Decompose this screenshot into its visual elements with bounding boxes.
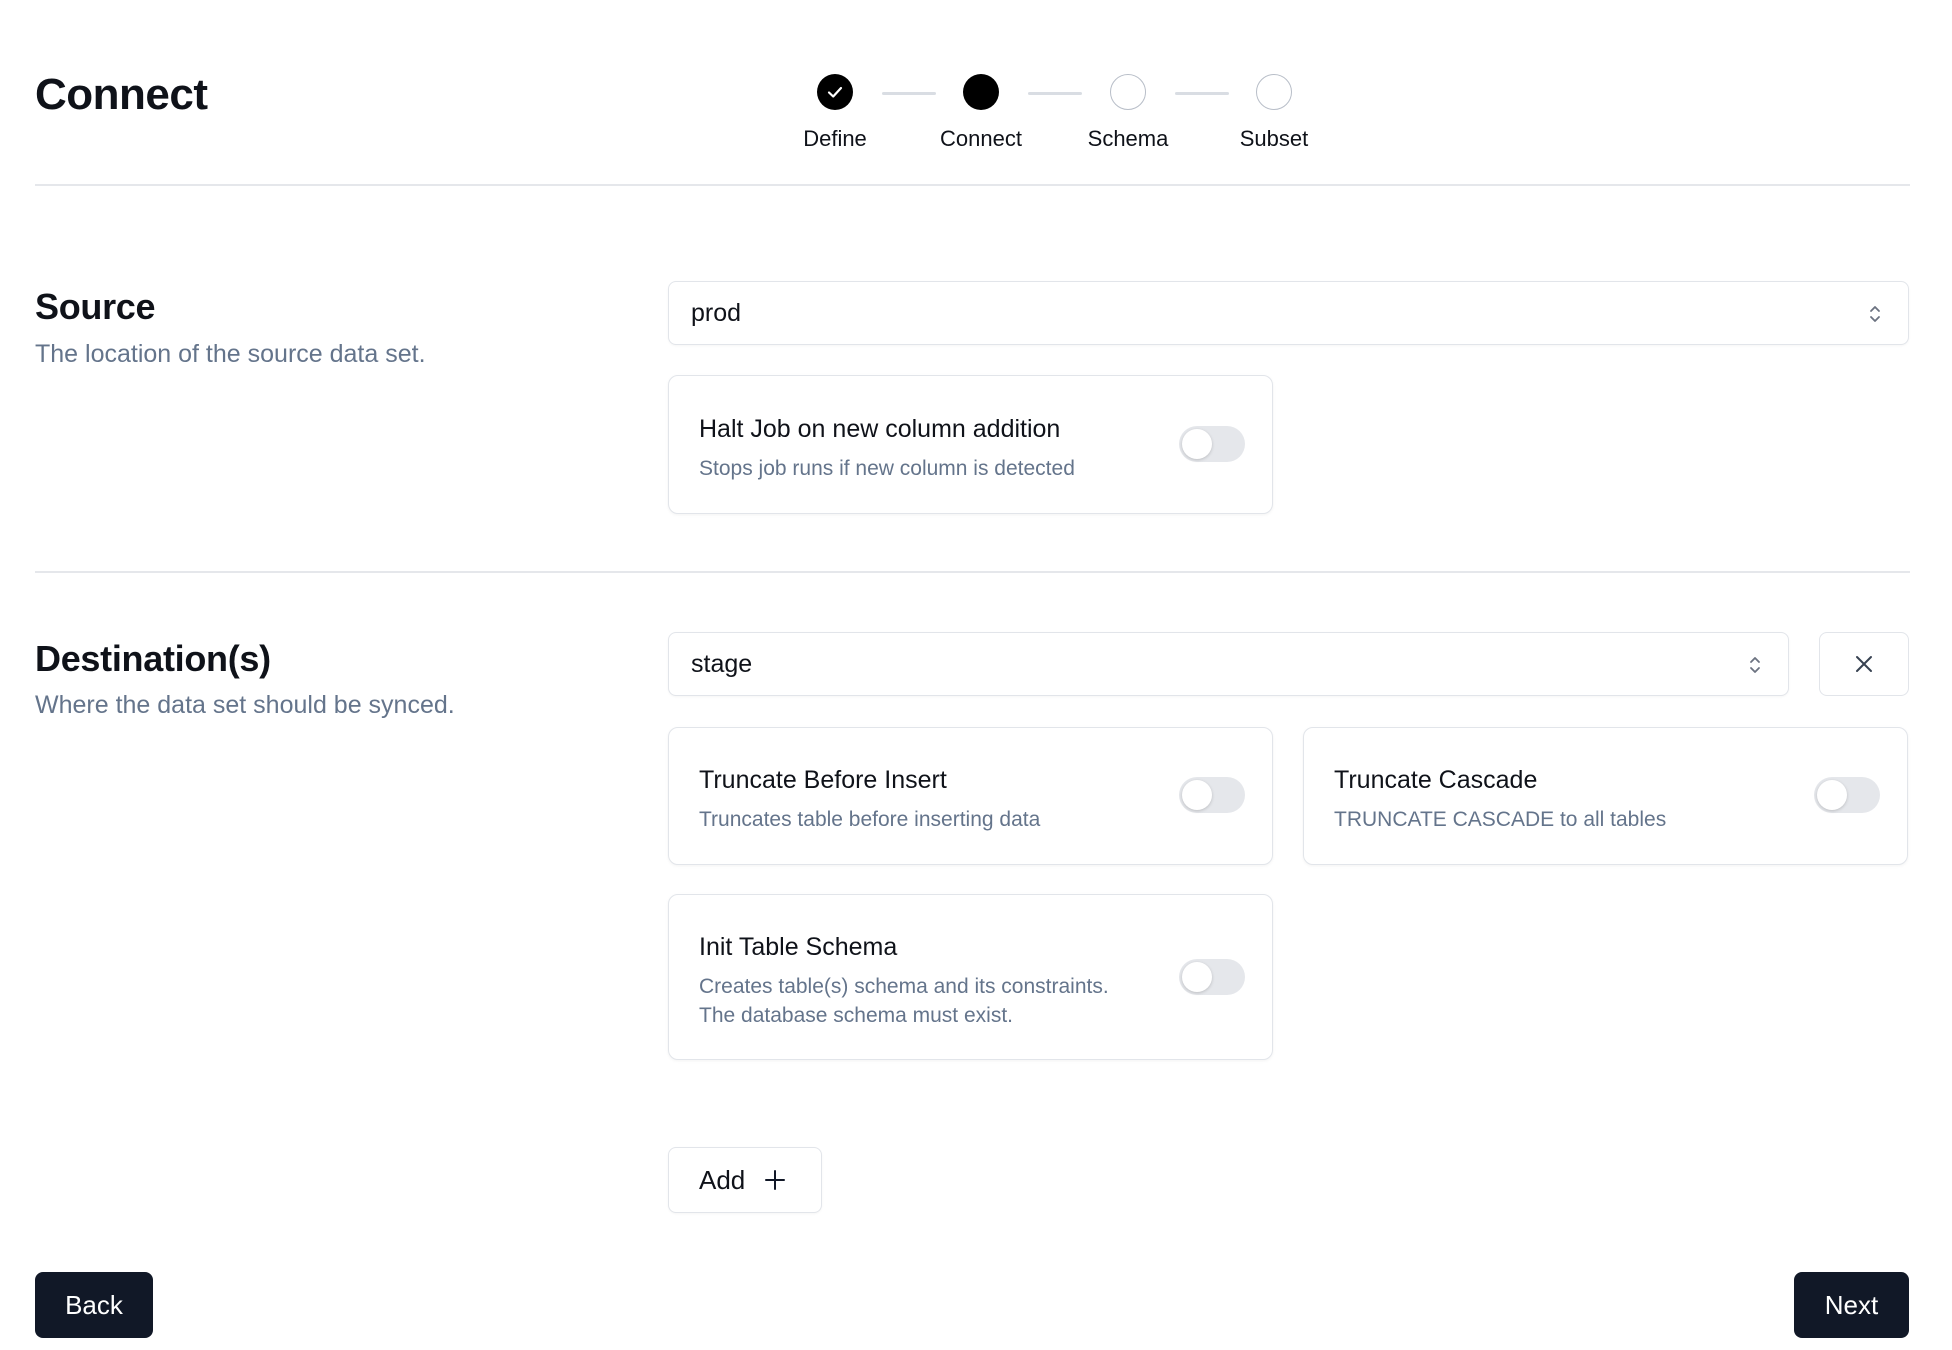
- step-schema-indicator[interactable]: [1110, 74, 1146, 110]
- truncate-before-insert-toggle[interactable]: [1179, 777, 1245, 813]
- section-divider: [35, 571, 1910, 573]
- chevron-up-down-icon: [1750, 657, 1760, 673]
- option-description: Creates table(s) schema and its constrai…: [699, 972, 1169, 1030]
- source-connection-select[interactable]: prod: [668, 281, 1909, 345]
- step-define-indicator[interactable]: [817, 74, 853, 110]
- add-destination-button[interactable]: Add: [668, 1147, 822, 1213]
- next-button[interactable]: Next: [1794, 1272, 1909, 1338]
- step-connector: [1175, 92, 1229, 95]
- init-table-schema-card: Init Table Schema Creates table(s) schem…: [668, 894, 1273, 1060]
- option-description-line: Creates table(s) schema and its constrai…: [699, 975, 1109, 998]
- option-title: Halt Job on new column addition: [699, 415, 1061, 443]
- source-title: Source: [35, 286, 156, 327]
- step-subset-indicator[interactable]: [1256, 74, 1292, 110]
- init-table-schema-toggle[interactable]: [1179, 959, 1245, 995]
- toggle-knob: [1817, 780, 1847, 810]
- step-subset-label: Subset: [1239, 126, 1309, 151]
- source-connection-value: prod: [691, 298, 742, 327]
- destination-description: Where the data set should be synced.: [35, 691, 455, 719]
- destination-title: Destination(s): [35, 638, 271, 679]
- truncate-cascade-card: Truncate Cascade TRUNCATE CASCADE to all…: [1303, 727, 1908, 865]
- check-icon: [827, 86, 843, 98]
- halt-job-toggle[interactable]: [1179, 426, 1245, 462]
- back-button[interactable]: Back: [35, 1272, 153, 1338]
- step-define-label: Define: [803, 126, 867, 151]
- toggle-knob: [1182, 780, 1212, 810]
- option-title: Truncate Before Insert: [699, 766, 947, 794]
- source-description: The location of the source data set.: [35, 340, 426, 368]
- option-title: Truncate Cascade: [1334, 766, 1538, 794]
- chevron-up-down-icon: [1870, 306, 1880, 322]
- page-title: Connect: [35, 70, 208, 119]
- step-connector: [1028, 92, 1082, 95]
- header-divider: [35, 184, 1910, 186]
- truncate-before-insert-card: Truncate Before Insert Truncates table b…: [668, 727, 1273, 865]
- remove-destination-button[interactable]: [1819, 632, 1909, 696]
- truncate-cascade-toggle[interactable]: [1814, 777, 1880, 813]
- close-icon: [1856, 656, 1872, 672]
- step-connector: [882, 92, 936, 95]
- step-schema-label: Schema: [1087, 126, 1169, 151]
- step-connect-indicator[interactable]: [963, 74, 999, 110]
- option-description-line: The database schema must exist.: [699, 1004, 1013, 1027]
- option-description: TRUNCATE CASCADE to all tables: [1334, 808, 1667, 831]
- destination-connection-select[interactable]: stage: [668, 632, 1789, 696]
- halt-job-option-card: Halt Job on new column addition Stops jo…: [668, 375, 1273, 514]
- destination-connection-value: stage: [691, 649, 753, 678]
- step-connect-label: Connect: [940, 126, 1022, 151]
- option-description: Stops job runs if new column is detected: [699, 457, 1075, 480]
- add-button-label: Add: [699, 1164, 746, 1195]
- toggle-knob: [1182, 429, 1212, 459]
- plus-icon: [765, 1170, 786, 1190]
- option-title: Init Table Schema: [699, 933, 898, 961]
- toggle-knob: [1182, 962, 1212, 992]
- option-description: Truncates table before inserting data: [699, 808, 1041, 831]
